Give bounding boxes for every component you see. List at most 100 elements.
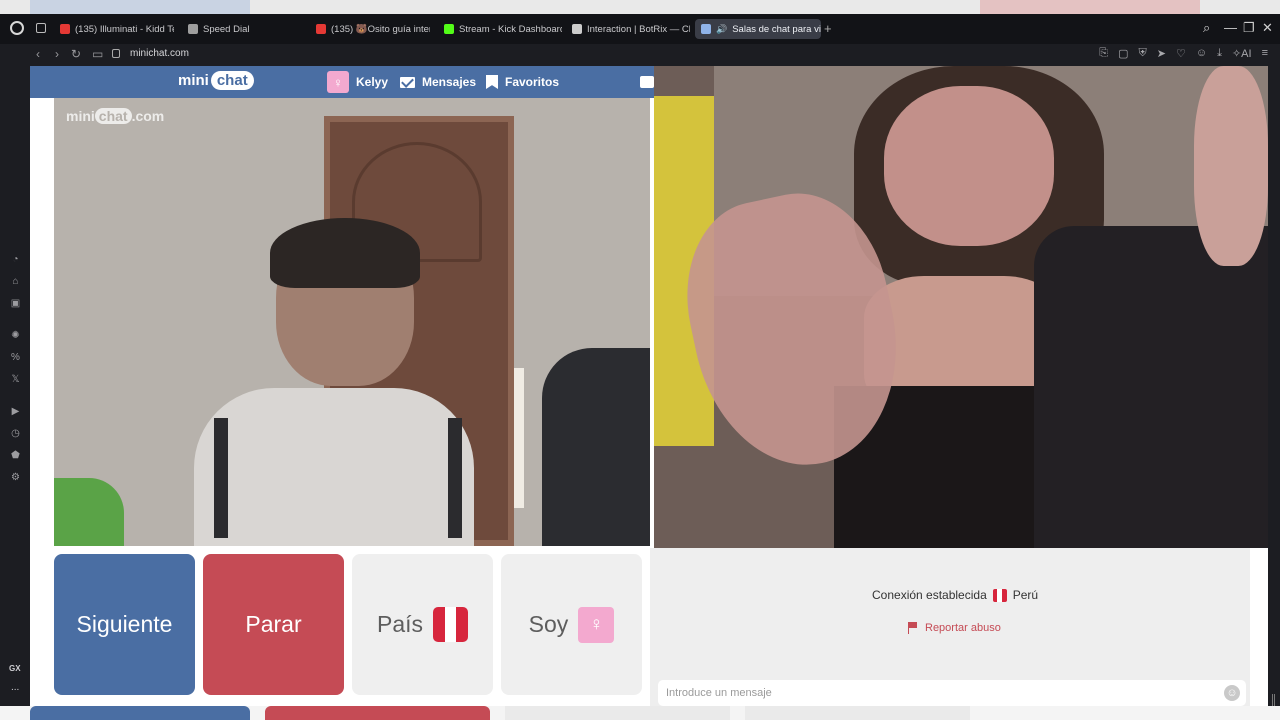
- light-strip: [514, 368, 524, 508]
- snapshot-icon[interactable]: ▢: [1118, 47, 1128, 60]
- person-background: [542, 348, 650, 546]
- message-input[interactable]: [658, 680, 1246, 706]
- ghost-block: [265, 706, 490, 720]
- ghost-block: [30, 0, 250, 14]
- tab-illuminati[interactable]: (135) Illuminati - Kidd Teto: [54, 19, 174, 39]
- tab-menu-icon[interactable]: [36, 23, 46, 33]
- player-icon[interactable]: ▶: [10, 406, 21, 417]
- peru-flag-icon: [992, 588, 1007, 602]
- send-icon[interactable]: ➤: [1157, 47, 1166, 60]
- next-button-label: Siguiente: [76, 611, 173, 637]
- scrollbar-track[interactable]: [1268, 66, 1280, 720]
- history-icon[interactable]: ◷: [10, 428, 21, 439]
- person-body: [194, 388, 474, 546]
- speaker-icon[interactable]: 🔊: [716, 24, 727, 35]
- ghost-block: [30, 706, 250, 720]
- gender-button-label: Soy: [528, 611, 569, 637]
- nav-profile[interactable]: ♀ Kelyy: [327, 71, 388, 93]
- envelope-icon: [400, 76, 415, 88]
- bookmark-icon[interactable]: ⎘: [1099, 47, 1108, 60]
- female-avatar-icon: ♀: [327, 71, 349, 93]
- speed-dial-icon: [188, 24, 198, 34]
- lock-icon[interactable]: [112, 49, 120, 58]
- green-object: [54, 478, 124, 546]
- url-field[interactable]: minichat.com: [130, 48, 189, 59]
- connection-text: Conexión establecida: [872, 588, 987, 602]
- settings-icon[interactable]: ⚙: [10, 472, 21, 483]
- chatgpt-icon[interactable]: ✺: [10, 330, 21, 341]
- shield-icon[interactable]: ⛨: [1139, 47, 1147, 60]
- report-abuse-label: Reportar abuso: [925, 622, 1001, 634]
- tab-speed-dial[interactable]: Speed Dial: [182, 19, 302, 39]
- minimize-icon[interactable]: —: [1224, 20, 1237, 35]
- female-avatar-icon: ♀: [578, 606, 615, 643]
- search-icon[interactable]: ⌕: [1203, 20, 1210, 36]
- heart-icon[interactable]: ♡: [1176, 47, 1186, 60]
- stop-button-label: Parar: [245, 611, 302, 637]
- extensions-icon[interactable]: ⬟: [10, 450, 21, 461]
- ghost-block: [745, 706, 970, 720]
- stop-button[interactable]: Parar: [203, 554, 344, 695]
- country-button[interactable]: País: [352, 554, 493, 695]
- report-abuse-link[interactable]: Reportar abuso: [908, 622, 1001, 634]
- gender-button[interactable]: Soy ♀: [501, 554, 642, 695]
- messenger-icon[interactable]: ▣: [10, 298, 21, 309]
- menu-icon[interactable]: ≡: [1262, 47, 1268, 60]
- camera-icon[interactable]: ▭: [92, 47, 103, 61]
- remote-face: [884, 86, 1054, 246]
- ghost-block: [980, 0, 1200, 14]
- forward-icon[interactable]: ›: [55, 47, 59, 61]
- more-icon[interactable]: ...: [11, 682, 19, 693]
- background-strip-top: [0, 0, 1280, 14]
- background-strip-bottom: [0, 706, 1280, 720]
- remote-jacket: [1034, 226, 1268, 548]
- minichat-logo[interactable]: mini chat: [178, 71, 254, 90]
- opera-gx-logo-icon[interactable]: [10, 21, 24, 35]
- tab-botrix[interactable]: Interaction | BotRix — Clou: [566, 19, 690, 39]
- tab-label: (135) Illuminati - Kidd Teto: [75, 23, 174, 35]
- partner-country: Perú: [1012, 588, 1039, 602]
- browser-window: (135) Illuminati - Kidd Teto Speed Dial …: [0, 14, 1280, 720]
- restore-icon[interactable]: ❐: [1243, 20, 1255, 36]
- nav-profile-label: Kelyy: [356, 75, 389, 89]
- watermark-com: .com: [131, 108, 165, 124]
- new-tab-button[interactable]: +: [824, 21, 832, 36]
- screen: (135) Illuminati - Kidd Teto Speed Dial …: [0, 0, 1280, 720]
- reload-icon[interactable]: ↻: [71, 47, 81, 61]
- nav-messages[interactable]: Mensajes: [400, 75, 476, 89]
- account-icon[interactable]: ☺: [1196, 47, 1207, 60]
- tab-osito[interactable]: (135) 🐻Osito guía intensiv: [310, 19, 430, 39]
- shop-icon[interactable]: ⌂: [10, 276, 21, 287]
- speed-icon[interactable]: ◔: [10, 254, 21, 265]
- tab-kick-dashboard[interactable]: Stream - Kick Dashboard: [438, 19, 562, 39]
- peru-flag-icon: [433, 607, 469, 642]
- tab-minichat[interactable]: 🔊 Salas de chat para vide: [695, 19, 821, 39]
- country-button-label: País: [376, 611, 424, 637]
- nav-messages-label: Mensajes: [422, 75, 477, 89]
- report-flag-icon: [908, 622, 917, 634]
- gx-label[interactable]: GX: [9, 664, 21, 673]
- nav-favorites[interactable]: Favoritos: [486, 75, 559, 89]
- connection-status: Conexión establecida Perú: [872, 588, 1038, 602]
- address-bar: ‹ › ↻ ▭ minichat.com ⎘ ▢ ⛨ ➤ ♡ ☺ ⤓ ✧AI ≡: [0, 44, 1280, 66]
- close-icon[interactable]: ✕: [1262, 20, 1273, 36]
- local-video: mini chat .com: [54, 98, 650, 546]
- percent-icon[interactable]: %: [10, 352, 21, 363]
- kick-icon: [444, 24, 454, 34]
- page-viewport: mini chat ♀ Kelyy Mensajes Favoritos min…: [30, 66, 1268, 720]
- tab-bar: (135) Illuminati - Kidd Teto Speed Dial …: [0, 14, 1280, 44]
- bookmark-ribbon-icon: [486, 75, 498, 89]
- video-camera-icon[interactable]: [640, 76, 654, 88]
- chat-icon: [701, 24, 711, 34]
- back-icon[interactable]: ‹: [36, 47, 40, 61]
- x-icon[interactable]: 𝕏: [10, 374, 21, 385]
- emoji-icon[interactable]: ☺: [1224, 685, 1240, 701]
- youtube-icon: [316, 24, 326, 34]
- browser-sidebar: ◔ ⌂ ▣ ✺ % 𝕏 ▶ ◷ ⬟ ⚙ GX ...: [0, 66, 30, 720]
- ai-icon[interactable]: ✧AI: [1232, 47, 1252, 60]
- remote-hand-right: [1194, 66, 1268, 266]
- download-icon[interactable]: ⤓: [1217, 47, 1222, 60]
- youtube-icon: [60, 24, 70, 34]
- logo-mini-text: mini: [178, 72, 209, 89]
- next-button[interactable]: Siguiente: [54, 554, 195, 695]
